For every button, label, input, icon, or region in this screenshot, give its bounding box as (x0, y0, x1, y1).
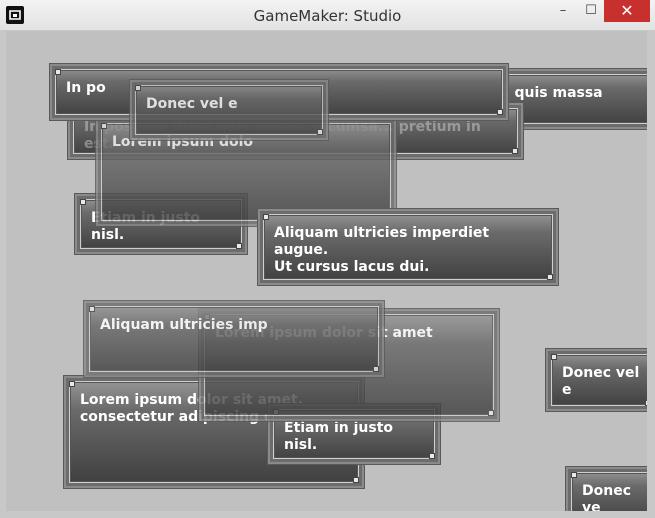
textbox-text: Donec vel e (562, 365, 640, 398)
textbox-text: Aliquam ultricies imperdiet augue. Ut cu… (274, 225, 490, 275)
textbox: Donec ve (565, 466, 647, 511)
textbox-text: Etiam in justo nisl. (284, 420, 394, 453)
textbox-text: Aliquam ultricies imp (100, 317, 268, 333)
minimize-button[interactable]: – (549, 0, 577, 22)
textbox-text: Donec vel e (146, 96, 238, 112)
textbox: Aliquam ultricies imperdiet augue. Ut cu… (257, 208, 559, 286)
maximize-button[interactable]: ☐ (577, 0, 605, 22)
textbox-text: Donec ve (582, 483, 631, 511)
textbox: Donec vel e (129, 79, 329, 141)
game-canvas[interactable]: In posuere diam quis massa accum In posu… (6, 31, 647, 511)
title-bar: GameMaker: Studio – ☐ ✕ (0, 0, 655, 31)
close-button[interactable]: ✕ (604, 0, 650, 22)
textbox: Aliquam ultricies imp (83, 300, 385, 378)
textbox: Donec vel e (545, 348, 647, 412)
